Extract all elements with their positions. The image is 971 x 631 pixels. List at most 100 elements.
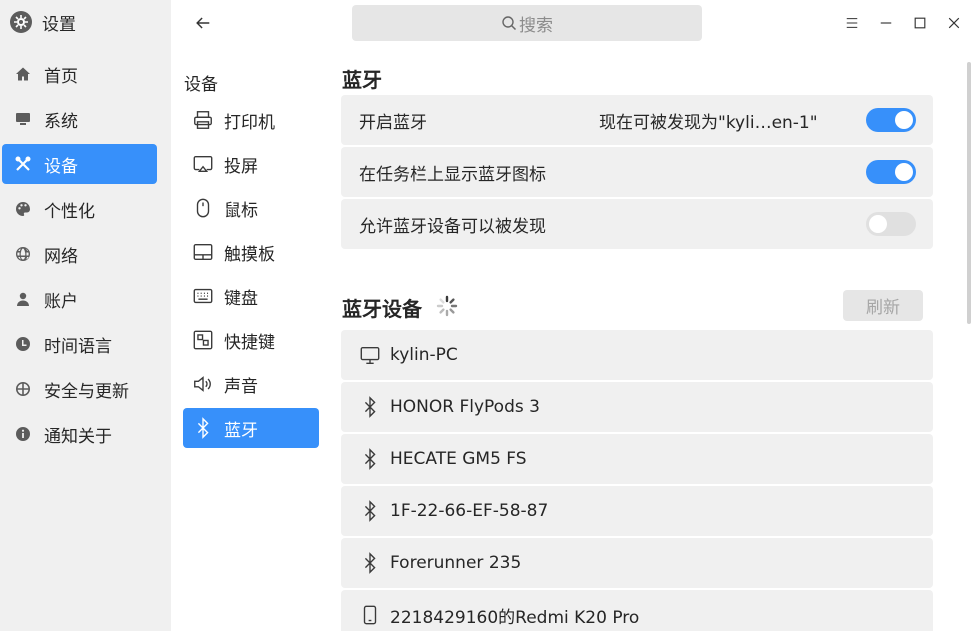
sidebar-item-label: 时间语言 xyxy=(44,336,112,357)
clock-icon xyxy=(14,335,32,353)
sidebar-item-label: 账户 xyxy=(44,291,78,312)
setting-row-enable-bluetooth: 开启蓝牙 现在可被发现为"kyli…en-1" xyxy=(341,95,933,145)
subnav-item-printer[interactable]: 打印机 xyxy=(183,100,319,140)
sidebar-item-label: 首页 xyxy=(44,66,78,87)
keyboard-icon xyxy=(191,284,215,308)
setting-row-taskbar-icon: 在任务栏上显示蓝牙图标 xyxy=(341,147,933,197)
mouse-icon xyxy=(191,196,215,220)
devices-section-title: 蓝牙设备 xyxy=(342,297,422,321)
menu-icon xyxy=(846,18,858,28)
sidebar-item-label: 个性化 xyxy=(44,201,95,222)
device-row[interactable]: HONOR FlyPods 3 xyxy=(341,382,933,432)
minimize-icon xyxy=(880,22,892,24)
bluetooth-icon xyxy=(191,416,215,440)
back-button[interactable] xyxy=(190,10,216,36)
search-placeholder: 搜索 xyxy=(519,15,553,36)
app-title-text: 设置 xyxy=(42,14,76,35)
sidebar-item-devices[interactable]: 设备 xyxy=(2,144,157,184)
info-icon xyxy=(14,425,32,443)
sidebar-item-time-language[interactable]: 时间语言 xyxy=(2,324,157,364)
device-name: HECATE GM5 FS xyxy=(390,449,527,469)
toggle-knob xyxy=(895,163,913,181)
subnav-item-shortcut[interactable]: 快捷键 xyxy=(183,320,319,360)
subnav-item-label: 快捷键 xyxy=(224,332,275,353)
minimize-button[interactable] xyxy=(875,12,897,34)
computer-icon xyxy=(359,344,381,366)
phone-icon xyxy=(359,604,381,626)
sidebar-item-personalize[interactable]: 个性化 xyxy=(2,189,157,229)
bluetooth-icon xyxy=(359,552,381,574)
search-input[interactable]: 搜索 xyxy=(352,5,702,41)
setting-label: 在任务栏上显示蓝牙图标 xyxy=(359,164,546,185)
subnav: 打印机 投屏 鼠标 触摸板 键盘 快捷键 声音 蓝牙 xyxy=(183,100,319,452)
subnav-item-label: 触摸板 xyxy=(224,244,275,265)
subnav-item-label: 蓝牙 xyxy=(224,420,258,441)
shortcut-icon xyxy=(191,328,215,352)
maximize-button[interactable] xyxy=(909,12,931,34)
bluetooth-icon xyxy=(359,396,381,418)
bluetooth-icon xyxy=(359,500,381,522)
discoverable-name-text: 现在可被发现为"kyli…en-1" xyxy=(599,112,818,133)
app-title: 设置 xyxy=(10,8,76,36)
shield-icon xyxy=(14,380,32,398)
device-row[interactable]: Forerunner 235 xyxy=(341,538,933,588)
printer-icon xyxy=(191,108,215,132)
device-row[interactable]: 1F-22-66-EF-58-87 xyxy=(341,486,933,536)
sidebar: 设置 首页 系统 设备 个性化 网络 账户 时间语言 安全与更新 通知关于 xyxy=(0,0,171,631)
close-icon xyxy=(948,17,960,29)
sidebar-item-notify-about[interactable]: 通知关于 xyxy=(2,414,157,454)
arrow-left-icon xyxy=(196,17,210,29)
touchpad-icon xyxy=(191,240,215,264)
subnav-item-touchpad[interactable]: 触摸板 xyxy=(183,232,319,272)
subnav-item-sound[interactable]: 声音 xyxy=(183,364,319,404)
sidebar-item-system[interactable]: 系统 xyxy=(2,99,157,139)
subnav-item-label: 投屏 xyxy=(224,156,258,177)
sidebar-item-label: 安全与更新 xyxy=(44,381,129,402)
search-icon xyxy=(502,16,517,31)
device-name: HONOR FlyPods 3 xyxy=(390,397,540,417)
subnav-item-label: 打印机 xyxy=(224,112,275,133)
sidebar-nav: 首页 系统 设备 个性化 网络 账户 时间语言 安全与更新 通知关于 xyxy=(2,54,157,459)
device-name: 2218429160的Redmi K20 Pro xyxy=(390,607,640,628)
device-name: kylin-PC xyxy=(390,345,458,365)
subnav-item-keyboard[interactable]: 键盘 xyxy=(183,276,319,316)
enable-bluetooth-toggle[interactable] xyxy=(866,108,916,132)
page-title: 蓝牙 xyxy=(342,68,382,92)
subnav-item-mouse[interactable]: 鼠标 xyxy=(183,188,319,228)
palette-icon xyxy=(14,200,32,218)
subnav-item-bluetooth[interactable]: 蓝牙 xyxy=(183,408,319,448)
bluetooth-icon xyxy=(359,448,381,470)
sidebar-item-label: 网络 xyxy=(44,246,78,267)
device-name: 1F-22-66-EF-58-87 xyxy=(390,501,549,521)
taskbar-icon-toggle[interactable] xyxy=(866,160,916,184)
home-icon xyxy=(14,65,32,83)
discoverable-toggle[interactable] xyxy=(866,212,916,236)
sidebar-item-label: 通知关于 xyxy=(44,426,112,447)
user-icon xyxy=(14,290,32,308)
setting-row-discoverable: 允许蓝牙设备可以被发现 xyxy=(341,199,933,249)
monitor-icon xyxy=(14,110,32,128)
subnav-item-label: 键盘 xyxy=(224,288,258,309)
setting-label: 允许蓝牙设备可以被发现 xyxy=(359,216,546,237)
maximize-icon xyxy=(914,17,926,29)
globe-icon xyxy=(14,245,32,263)
device-name: Forerunner 235 xyxy=(390,553,522,573)
tools-icon xyxy=(14,155,32,173)
subnav-item-label: 鼠标 xyxy=(224,200,258,221)
device-row[interactable]: kylin-PC xyxy=(341,330,933,380)
sidebar-item-network[interactable]: 网络 xyxy=(2,234,157,274)
sidebar-item-security-update[interactable]: 安全与更新 xyxy=(2,369,157,409)
menu-button[interactable] xyxy=(841,12,863,34)
device-row[interactable]: HECATE GM5 FS xyxy=(341,434,933,484)
cast-icon xyxy=(191,152,215,176)
sidebar-item-home[interactable]: 首页 xyxy=(2,54,157,94)
scrollbar[interactable] xyxy=(967,62,971,324)
device-row[interactable]: 2218429160的Redmi K20 Pro xyxy=(341,590,933,631)
setting-label: 开启蓝牙 xyxy=(359,112,427,133)
sidebar-item-account[interactable]: 账户 xyxy=(2,279,157,319)
refresh-button[interactable]: 刷新 xyxy=(843,290,923,321)
close-button[interactable] xyxy=(943,12,965,34)
sidebar-item-label: 系统 xyxy=(44,111,78,132)
settings-logo-icon xyxy=(10,11,32,33)
subnav-item-cast[interactable]: 投屏 xyxy=(183,144,319,184)
